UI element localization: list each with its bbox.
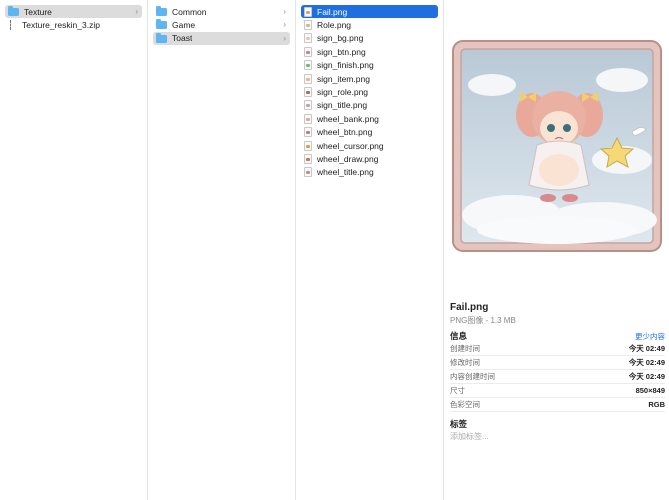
file-row[interactable]: sign_role.png: [301, 85, 438, 98]
item-label: sign_btn.png: [317, 46, 366, 57]
item-label: sign_item.png: [317, 73, 370, 84]
chevron-right-icon: ›: [283, 33, 286, 43]
folder-row[interactable]: Toast ›: [153, 31, 290, 45]
item-label: wheel_btn.png: [317, 127, 373, 138]
image-file-icon: [304, 113, 312, 124]
info-row: 尺寸 850×849: [450, 383, 665, 398]
info-row: 修改时间 今天 02:49: [450, 355, 665, 370]
file-row[interactable]: sign_item.png: [301, 72, 438, 85]
folder-icon: [156, 19, 167, 30]
file-row[interactable]: sign_btn.png: [301, 45, 438, 58]
image-file-icon: [304, 46, 312, 57]
image-file-icon: [304, 100, 312, 111]
image-file-icon: [304, 153, 312, 164]
file-row[interactable]: wheel_cursor.png: [301, 139, 438, 152]
item-label: wheel_draw.png: [317, 153, 379, 164]
file-row[interactable]: wheel_bank.png: [301, 112, 438, 125]
column-texture-parent: Texture › Texture_reskin_3.zip: [0, 0, 148, 500]
item-label: sign_bg.png: [317, 33, 364, 44]
item-label: Fail.png: [317, 6, 348, 17]
image-file-icon: [304, 19, 312, 30]
image-file-icon: [304, 127, 312, 138]
image-file-icon: [304, 73, 312, 84]
info-row: 色彩空间 RGB: [450, 397, 665, 412]
image-file-icon: [304, 60, 312, 71]
folder-row[interactable]: Texture ›: [5, 5, 142, 18]
file-row[interactable]: Role.png: [301, 18, 438, 31]
file-row[interactable]: sign_title.png: [301, 99, 438, 112]
file-row[interactable]: sign_finish.png: [301, 59, 438, 72]
item-label: wheel_bank.png: [317, 113, 379, 124]
file-row[interactable]: sign_bg.png: [301, 32, 438, 45]
zip-file-icon: [10, 19, 15, 30]
info-value: RGB: [648, 399, 665, 409]
info-value: 今天 02:49: [628, 357, 665, 367]
file-row[interactable]: wheel_draw.png: [301, 152, 438, 165]
folder-icon: [156, 6, 167, 16]
preview-pane: Fail.png PNG图像 - 1.3 MB 信息 更少内容 创建时间 今天 0…: [444, 0, 669, 500]
item-label: sign_title.png: [317, 100, 368, 111]
item-label: sign_finish.png: [317, 60, 374, 71]
tags-heading: 标签: [450, 419, 468, 429]
preview-file-name: Fail.png: [450, 302, 489, 313]
item-label: wheel_title.png: [317, 167, 374, 178]
info-value: 今天 02:49: [628, 343, 665, 353]
item-label: wheel_cursor.png: [317, 140, 384, 151]
file-row[interactable]: wheel_title.png: [301, 166, 438, 179]
folder-icon: [156, 32, 167, 43]
folder-row[interactable]: Common ›: [153, 5, 290, 18]
info-value: 今天 02:49: [628, 371, 665, 381]
image-file-icon: [304, 140, 312, 151]
column-toast: Fail.png Role.png sign_bg.png sign_btn.pngs…: [296, 0, 444, 500]
item-label: Texture: [24, 6, 52, 17]
chevron-right-icon: ›: [283, 20, 286, 30]
column-texture: Common › Game › Toast ›: [148, 0, 296, 500]
item-label: sign_role.png: [317, 86, 369, 97]
folder-row[interactable]: Game ›: [153, 18, 290, 31]
item-label: Texture_reskin_3.zip: [22, 19, 100, 30]
add-tags-field[interactable]: 添加标签...: [450, 431, 489, 442]
file-row[interactable]: Fail.png: [301, 5, 438, 18]
info-key: 修改时间: [450, 357, 480, 367]
chevron-right-icon: ›: [135, 7, 138, 16]
info-row: 创建时间 今天 02:49: [450, 341, 665, 356]
chevron-right-icon: ›: [283, 7, 286, 16]
item-label: Common: [172, 6, 207, 17]
info-key: 内容创建时间: [450, 371, 495, 381]
info-key: 色彩空间: [450, 399, 480, 409]
item-label: Toast: [172, 33, 193, 44]
preview-file-kind-size: PNG图像 - 1.3 MB: [450, 316, 516, 325]
file-row[interactable]: Texture_reskin_3.zip: [5, 18, 142, 31]
image-file-icon: [304, 86, 312, 97]
file-row[interactable]: wheel_btn.png: [301, 126, 438, 139]
folder-icon: [8, 6, 19, 16]
info-value: 850×849: [635, 385, 665, 395]
item-label: Role.png: [317, 19, 352, 30]
image-thumbnail: [452, 40, 662, 252]
info-key: 尺寸: [450, 385, 465, 395]
info-key: 创建时间: [450, 343, 480, 353]
image-file-icon: [304, 167, 312, 178]
image-file-icon: [304, 6, 312, 17]
info-row: 内容创建时间 今天 02:49: [450, 369, 665, 384]
image-file-icon: [304, 33, 312, 44]
item-label: Game: [172, 19, 196, 30]
